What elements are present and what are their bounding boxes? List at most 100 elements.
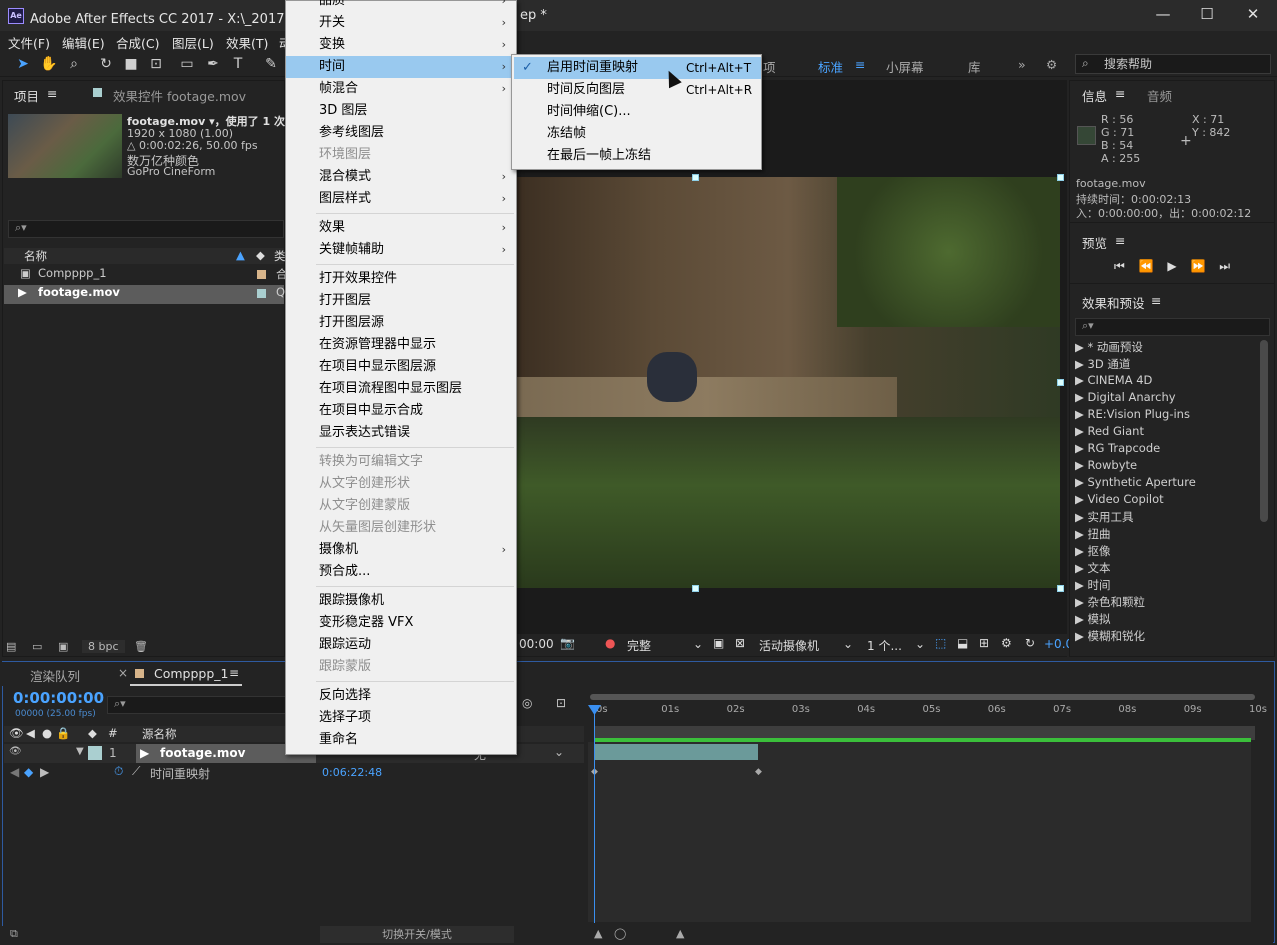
effects-category[interactable]: ▶ 实用工具 (1075, 509, 1260, 526)
context-menu-item[interactable]: 反向选择 (286, 685, 516, 707)
maximize-icon[interactable]: ☐ (1196, 5, 1218, 25)
region-of-interest-icon[interactable]: ▣ (713, 636, 724, 650)
zoom-tool-icon[interactable]: ⌕ (65, 55, 83, 73)
col-type[interactable]: 类 (274, 248, 286, 264)
current-time-indicator[interactable] (594, 708, 595, 923)
next-frame-icon[interactable]: ⏩ (1190, 259, 1205, 273)
menu-composition[interactable]: 合成(C) (116, 33, 159, 52)
chevron-down-icon[interactable]: ⌄ (915, 637, 925, 651)
keyframe-end[interactable]: ◆ (755, 767, 762, 777)
stopwatch-icon[interactable]: ⏱ (114, 764, 123, 779)
more-workspaces-icon[interactable]: » (1018, 57, 1026, 72)
fast-preview-icon[interactable]: ⬚ (935, 636, 946, 650)
views-select[interactable]: 1 个... (867, 637, 902, 654)
context-menu-item[interactable]: 参考线图层 (286, 122, 516, 144)
tab-audio[interactable]: 音频 (1147, 86, 1172, 108)
brush-tool-icon[interactable]: ✎ (262, 55, 280, 73)
sort-arrow-icon[interactable]: ▲ (236, 248, 245, 262)
toggle-switches-icon[interactable]: ⧉ (10, 927, 18, 941)
zoom-in-icon[interactable]: ▲ (676, 927, 684, 940)
camera-select[interactable]: 活动摄像机 (759, 637, 819, 654)
label-tag-icon[interactable]: ◆ (256, 248, 265, 262)
comp-menu-icon[interactable]: ≡ (229, 666, 239, 680)
menu-effect[interactable]: 效果(T) (226, 33, 268, 52)
reset-exposure-icon[interactable]: ⚙ (1001, 636, 1012, 650)
effects-category[interactable]: ▶ CINEMA 4D (1075, 373, 1260, 390)
toggle-switches-modes[interactable]: 切换开关/模式 (320, 926, 514, 943)
first-frame-icon[interactable]: ⏮ (1114, 259, 1125, 273)
graph-icon[interactable]: ⟋ (132, 764, 140, 779)
twirl-down-icon[interactable]: ▼ (76, 746, 84, 757)
preview-menu-icon[interactable]: ≡ (1115, 233, 1125, 255)
tab-project[interactable]: 项目 (14, 86, 39, 108)
transform-handle[interactable] (692, 174, 699, 181)
viewer-timecode[interactable]: 00:00 (519, 637, 554, 651)
context-menu-item[interactable]: 图层样式 › (286, 188, 516, 210)
rectangle-tool-icon[interactable]: ▭ (178, 55, 196, 73)
context-menu-item[interactable]: 在项目中显示图层源 (286, 356, 516, 378)
effects-category[interactable]: ▶ RG Trapcode (1075, 441, 1260, 458)
timeline-icon[interactable]: ⬓ (957, 636, 968, 650)
property-value[interactable]: 0:06:22:48 (322, 766, 382, 779)
workspace-standard[interactable]: 标准 (818, 57, 843, 76)
audio-icon[interactable]: ◀ (26, 726, 35, 740)
context-menu-item[interactable]: 变形稳定器 VFX (286, 612, 516, 634)
effects-category[interactable]: ▶ 文本 (1075, 560, 1260, 577)
help-search-input[interactable]: 搜索帮助 (1075, 54, 1271, 74)
rotate-tool-icon[interactable]: ↻ (97, 55, 115, 73)
transparency-grid-icon[interactable]: ⊠ (735, 636, 745, 650)
effects-category[interactable]: ▶ 扭曲 (1075, 526, 1260, 543)
workspace-library[interactable]: 库 (968, 57, 981, 76)
workspace-menu-icon[interactable]: ≡ (855, 57, 865, 72)
last-frame-icon[interactable]: ⏭ (1219, 259, 1230, 273)
prev-keyframe-icon[interactable]: ◀ (10, 765, 19, 779)
prev-frame-icon[interactable]: ⏪ (1139, 259, 1154, 273)
chevron-down-icon[interactable]: ⌄ (693, 637, 703, 651)
effects-category[interactable]: ▶ 3D 通道 (1075, 356, 1260, 373)
context-menu-item[interactable]: 在项目中显示合成 (286, 400, 516, 422)
transform-handle[interactable] (1057, 585, 1064, 592)
minimize-icon[interactable]: — (1152, 5, 1174, 25)
effects-category[interactable]: ▶ Rowbyte (1075, 458, 1260, 475)
effects-menu-icon[interactable]: ≡ (1151, 293, 1161, 315)
lock-icon[interactable]: 🔒 (56, 726, 70, 740)
track-area[interactable] (588, 742, 1251, 922)
tab-effect-controls[interactable]: 效果控件 footage.mov (113, 86, 246, 108)
effects-category[interactable]: ▶ 抠像 (1075, 543, 1260, 560)
current-time[interactable]: 0:00:00:00 (13, 689, 104, 707)
context-menu-item[interactable]: 品质 › (286, 0, 516, 12)
workspace-partial[interactable]: 项 (763, 57, 776, 76)
tab-info[interactable]: 信息 (1082, 86, 1107, 108)
time-ruler[interactable]: 0s 01s 02s 03s 04s 05s 06s 07s 08s 09s 10s (590, 692, 1267, 722)
pan-behind-tool-icon[interactable]: ⊡ (147, 55, 165, 73)
project-item-footage[interactable]: ▶ footage.mov Q (4, 285, 285, 304)
layer-label-color[interactable] (88, 746, 102, 760)
selection-tool-icon[interactable]: ➤ (14, 55, 32, 73)
text-tool-icon[interactable]: T (229, 55, 247, 73)
footage-frame[interactable] (517, 177, 1060, 588)
layer-duration-bar[interactable] (595, 744, 758, 760)
flowchart-icon[interactable]: ⊞ (979, 636, 989, 650)
project-item-comp[interactable]: ▣ Compppp_1 合 (4, 266, 288, 285)
close-tab-icon[interactable]: × (118, 666, 128, 680)
tab-render-queue[interactable]: 渲染队列 (30, 666, 80, 685)
camera-tool-icon[interactable]: ■ (122, 55, 140, 73)
visibility-icon[interactable]: 👁 (9, 746, 22, 757)
info-menu-icon[interactable]: ≡ (1115, 86, 1125, 108)
context-menu-item[interactable]: 显示表达式错误 (286, 422, 516, 444)
context-menu-item[interactable]: 在资源管理器中显示 (286, 334, 516, 356)
zoom-slider[interactable] (590, 694, 1255, 700)
label-tag-icon[interactable]: ◆ (88, 726, 97, 740)
play-icon[interactable]: ▶ (1167, 259, 1176, 273)
context-menu-item[interactable]: 在项目流程图中显示图层 (286, 378, 516, 400)
chevron-down-icon[interactable]: ⌄ (554, 745, 564, 759)
pen-tool-icon[interactable]: ✒ (204, 55, 222, 73)
trash-icon[interactable]: 🗑 (134, 640, 148, 653)
context-menu-item[interactable]: 跟踪运动 (286, 634, 516, 656)
chevron-down-icon[interactable]: ⌄ (843, 637, 853, 651)
context-menu-item[interactable]: 重命名 (286, 729, 516, 751)
project-search-input[interactable]: ⌕▾ (8, 220, 284, 238)
next-keyframe-icon[interactable]: ▶ (40, 765, 49, 779)
context-menu-item[interactable]: 摄像机 › (286, 539, 516, 561)
work-area[interactable] (595, 738, 1251, 742)
